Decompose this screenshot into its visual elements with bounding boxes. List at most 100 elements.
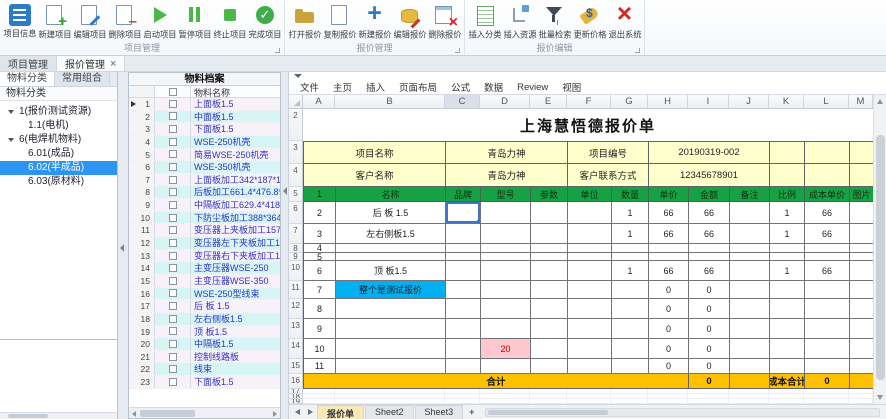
row-header[interactable]: 9 (289, 253, 303, 261)
column-header[interactable]: A (303, 95, 335, 108)
cell[interactable] (446, 359, 481, 374)
table-row[interactable]: 14 主变压器WSE-250 (129, 262, 280, 275)
cell[interactable] (850, 261, 873, 281)
cell[interactable] (531, 359, 568, 374)
cell[interactable] (446, 299, 481, 319)
material-name-link[interactable]: 左右侧板1.5 (191, 312, 280, 325)
cell[interactable] (770, 244, 805, 253)
cell[interactable]: 11 (304, 359, 336, 374)
cell[interactable] (850, 374, 873, 389)
row-header[interactable]: 4 (289, 164, 303, 187)
checkbox-cell[interactable] (155, 338, 191, 350)
cell[interactable]: 7 (304, 281, 336, 299)
checkbox-cell[interactable] (155, 262, 191, 274)
checkbox[interactable] (168, 314, 177, 323)
table-row[interactable]: 12 变压器左下夹板加工172* (129, 237, 280, 250)
table-row[interactable]: 10 下防尘板加工388*364.8* (129, 211, 280, 225)
cell[interactable] (568, 244, 612, 253)
checkbox[interactable] (168, 264, 177, 273)
checkbox[interactable] (168, 365, 177, 374)
cell[interactable] (446, 339, 481, 359)
material-name-link[interactable]: 上面板加工342*187*1.5 (191, 173, 280, 186)
material-name-link[interactable]: WSE-350机壳 (191, 161, 280, 173)
cell[interactable] (568, 261, 612, 281)
cell[interactable]: 合计 (304, 374, 689, 389)
cell[interactable] (770, 319, 805, 339)
column-header[interactable]: J (729, 95, 769, 108)
cell[interactable] (481, 299, 531, 319)
complete-project-button[interactable]: 完成项目 (247, 2, 282, 42)
row-header[interactable]: 11 (289, 281, 303, 299)
row-header[interactable]: 7 (289, 224, 303, 244)
row-header[interactable]: 15 (289, 359, 303, 374)
column-header[interactable]: I (688, 95, 729, 108)
cell[interactable] (730, 202, 770, 224)
cell[interactable] (568, 202, 612, 224)
scroll-up-icon[interactable] (877, 99, 883, 104)
cell[interactable]: 20 (481, 339, 531, 359)
project-info-button[interactable]: 项目信息 (2, 2, 37, 41)
scrollbar-thumb[interactable] (876, 135, 885, 380)
table-row[interactable]: 8 后板加工661.4*476.8*1 (129, 186, 280, 200)
checkbox[interactable] (168, 238, 177, 247)
checkbox-cell[interactable] (155, 363, 191, 376)
cell[interactable] (649, 244, 689, 253)
cell[interactable]: 66 (689, 202, 730, 224)
checkbox-cell[interactable] (155, 161, 191, 173)
cell[interactable] (850, 224, 873, 244)
material-name-link[interactable]: 下防尘板加工388*364.8* (191, 211, 280, 224)
cell[interactable] (770, 339, 805, 359)
checkbox-cell[interactable] (155, 325, 191, 338)
cell[interactable]: 整个是测试报价 (336, 281, 446, 299)
tab-material-category[interactable]: 物料分类 (0, 72, 55, 86)
checkbox-cell[interactable] (155, 274, 191, 287)
cell[interactable] (850, 319, 873, 339)
cell[interactable] (481, 359, 531, 374)
cell[interactable]: 0 (689, 359, 730, 374)
checkbox[interactable] (168, 99, 177, 108)
cell[interactable] (805, 244, 850, 253)
cell[interactable] (568, 224, 612, 244)
sheet-tab[interactable]: Sheet2 (365, 405, 414, 419)
cell[interactable]: 顶 板1.5 (336, 261, 446, 281)
cell[interactable] (770, 299, 805, 319)
cell[interactable] (805, 319, 850, 339)
delete-quote-button[interactable]: 删除报价 (427, 2, 462, 42)
select-all-corner[interactable] (289, 95, 303, 108)
cell[interactable] (850, 164, 873, 187)
checkbox[interactable] (168, 200, 177, 209)
cell[interactable]: 单价 (649, 187, 689, 202)
row-header[interactable]: 14 (289, 339, 303, 359)
table-row[interactable]: 15 主变压器WSE-350 (129, 274, 280, 288)
checkbox[interactable] (168, 188, 177, 197)
sheet-menu-item[interactable]: 主页 (326, 80, 359, 94)
cell[interactable]: 6 (304, 261, 336, 281)
cell[interactable]: 0 (649, 339, 689, 359)
cell[interactable]: 66 (649, 224, 689, 244)
cell[interactable] (531, 253, 568, 261)
cell[interactable]: 1 (612, 202, 649, 224)
checkbox-cell[interactable] (155, 287, 191, 300)
insert-resource-button[interactable]: 插入资源 (502, 2, 537, 42)
table-row[interactable]: 21 控制线路板 (129, 350, 280, 364)
table-row[interactable]: 6 WSE-350机壳 (129, 161, 280, 174)
tree-item[interactable]: 6.03(原材料) (0, 175, 117, 189)
material-name-link[interactable]: 变压器右下夹板加工145* (191, 249, 280, 262)
material-name-link[interactable]: 后 板 1.5 (191, 300, 280, 312)
select-all-checkbox-cell[interactable] (155, 86, 191, 97)
delete-project-button[interactable]: 删除项目 (107, 2, 142, 42)
new-quote-button[interactable]: 新建报价 (357, 0, 392, 42)
column-header[interactable]: D (480, 95, 530, 108)
material-name-link[interactable]: 主变压器WSE-250 (191, 262, 280, 274)
cell[interactable] (730, 281, 770, 299)
table-row[interactable]: 17 后 板 1.5 (129, 300, 280, 313)
checkbox[interactable] (168, 377, 177, 386)
checkbox-cell[interactable] (155, 237, 191, 249)
cell[interactable]: 66 (649, 261, 689, 281)
cell[interactable]: 66 (689, 224, 730, 244)
cell[interactable] (481, 253, 531, 261)
cell[interactable] (612, 319, 649, 339)
materials-horizontal-scrollbar[interactable] (129, 407, 280, 418)
table-row[interactable]: 1 上面板1.5 (129, 98, 280, 111)
cell[interactable] (689, 253, 730, 261)
